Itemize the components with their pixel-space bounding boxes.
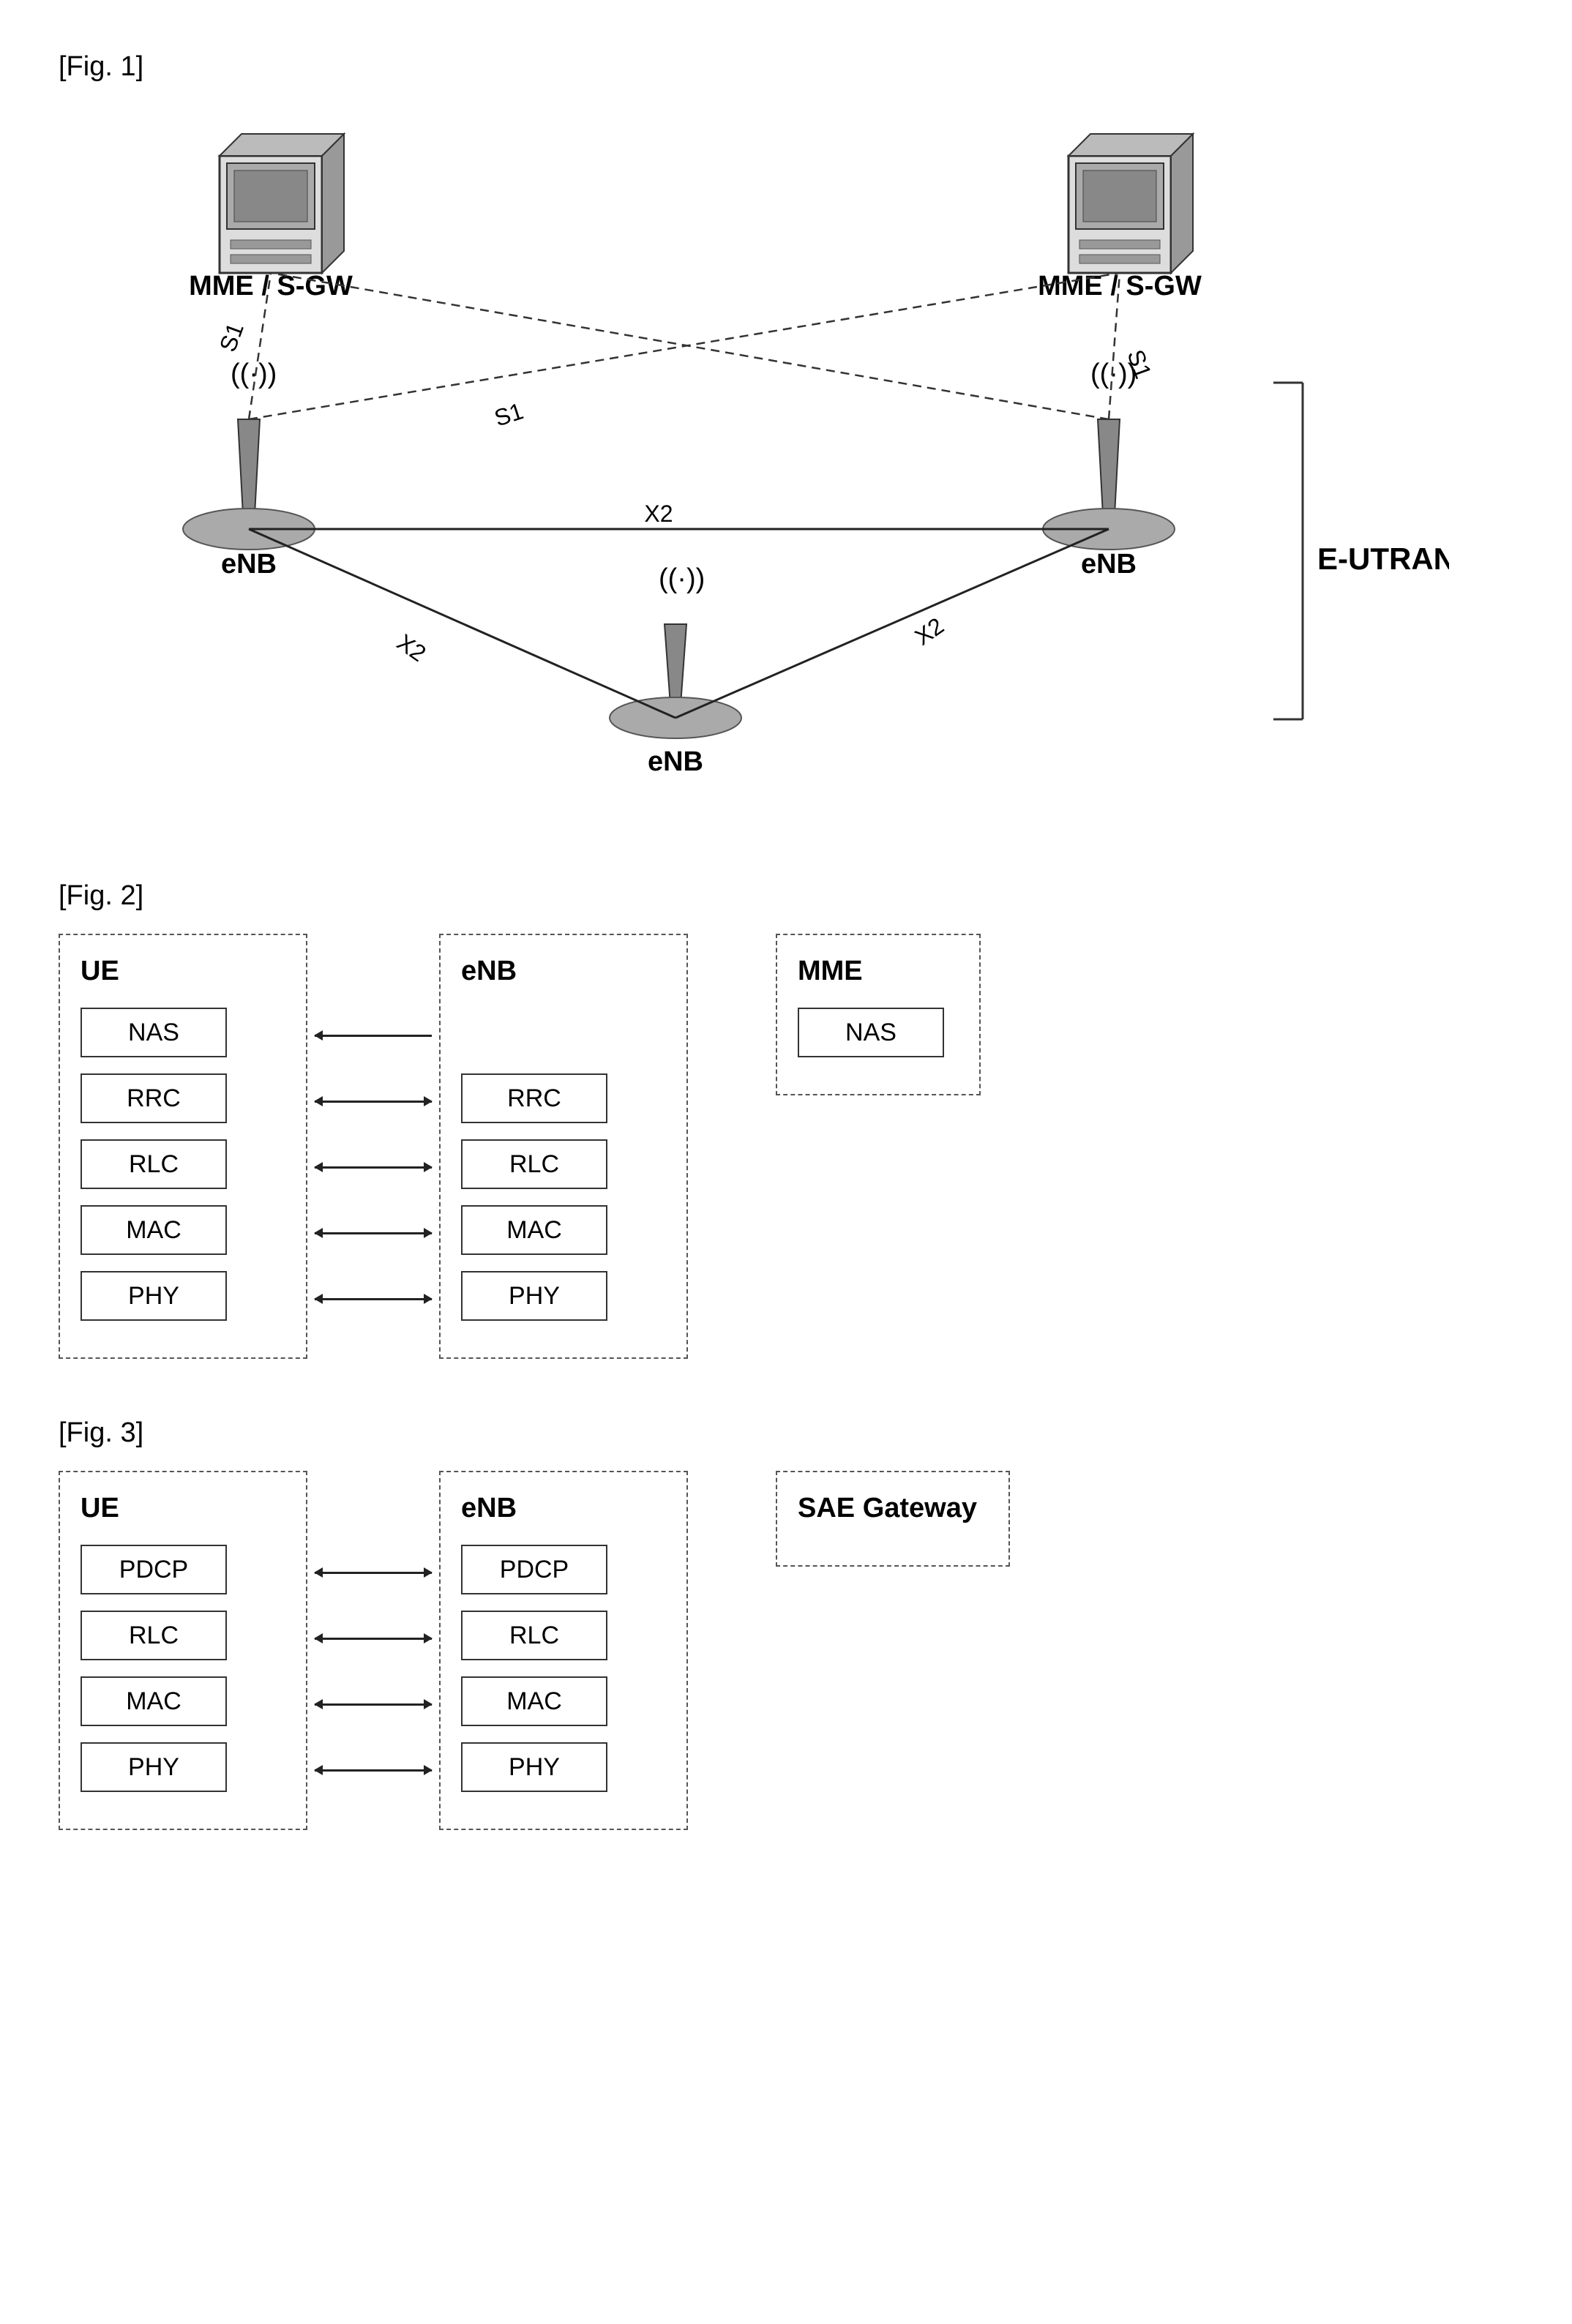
fig2-mac-conn: [307, 1200, 439, 1266]
fig3-enb-box: eNB PDCP RLC MAC PHY: [439, 1471, 688, 1830]
fig2-enb-mac-row: MAC: [461, 1205, 666, 1255]
fig3-ue-phy-row: PHY: [81, 1742, 285, 1792]
fig2-section: [Fig. 2] UE NAS RRC RLC MAC PHY: [59, 880, 1513, 1359]
fig2-ue-nas: NAS: [81, 1008, 227, 1057]
fig2-nas-conn: [307, 1002, 439, 1068]
fig2-enb-title: eNB: [461, 956, 666, 987]
fig3-enb-title: eNB: [461, 1493, 666, 1524]
fig3-enb-phy: PHY: [461, 1742, 607, 1792]
fig2-ue-phy-row: PHY: [81, 1271, 285, 1321]
fig3-enb-pdcp-row: PDCP: [461, 1545, 666, 1594]
fig2-ue-box: UE NAS RRC RLC MAC PHY: [59, 934, 307, 1359]
mme-sgw-left-label: MME / S-GW: [189, 271, 353, 301]
fig2-ue-rrc-row: RRC: [81, 1073, 285, 1123]
fig2-mac-arrow: [315, 1232, 432, 1234]
fig1-diagram: MME / S-GW MME / S-GW ((·)) eNB ((·)): [59, 105, 1449, 822]
fig3-enb-mac-row: MAC: [461, 1676, 666, 1726]
fig2-rlc-conn: [307, 1134, 439, 1200]
fig3-enb-phy-row: PHY: [461, 1742, 666, 1792]
fig3-ue-mac-row: MAC: [81, 1676, 285, 1726]
fig2-enb-phy: PHY: [461, 1271, 607, 1321]
x2-line-right-center: [675, 529, 1109, 718]
fig3-pdcp-conn: [307, 1540, 439, 1605]
fig2-ue-nas-row: NAS: [81, 1008, 285, 1057]
fig1-label: [Fig. 1]: [59, 51, 1513, 83]
fig3-ue-title: UE: [81, 1493, 285, 1524]
fig3-pdcp-arrow: [315, 1572, 432, 1574]
e-utran-label: E-UTRAN: [1317, 541, 1449, 576]
fig2-enb-rrc-row: RRC: [461, 1073, 666, 1123]
fig3-ue-phy: PHY: [81, 1742, 227, 1792]
enb-left-label: eNB: [221, 549, 277, 580]
s1-line-right-to-left-mme: [271, 273, 1109, 419]
fig3-enb-rlc-row: RLC: [461, 1611, 666, 1660]
fig3-sae-box: SAE Gateway: [776, 1471, 1010, 1567]
fig2-enb-rrc: RRC: [461, 1073, 607, 1123]
svg-text:S1: S1: [491, 397, 526, 431]
fig3-mac-arrow: [315, 1703, 432, 1706]
fig2-enb-box: eNB RRC RLC MAC PHY: [439, 934, 688, 1359]
fig2-mme-box: MME NAS: [776, 934, 981, 1095]
fig3-enb-pdcp: PDCP: [461, 1545, 607, 1594]
enb-right-label: eNB: [1081, 549, 1137, 580]
x2-line-left-center: [249, 529, 675, 718]
fig3-enb-mac: MAC: [461, 1676, 607, 1726]
fig2-enb-rlc: RLC: [461, 1139, 607, 1189]
fig2-mme-nas: NAS: [798, 1008, 944, 1057]
x2-label-left: X2: [392, 629, 431, 667]
x2-label-right: X2: [910, 612, 948, 651]
fig3-phy-arrow: [315, 1769, 432, 1772]
fig3-diagram: UE PDCP RLC MAC PHY: [59, 1471, 1513, 1830]
fig3-rlc-conn: [307, 1605, 439, 1671]
fig2-ue-phy: PHY: [81, 1271, 227, 1321]
svg-text:S1: S1: [214, 319, 249, 355]
fig2-rrc-conn: [307, 1068, 439, 1134]
fig3-section: [Fig. 3] UE PDCP RLC MAC PHY: [59, 1417, 1513, 1830]
fig2-ue-mac: MAC: [81, 1205, 227, 1255]
enb-center-label: eNB: [648, 746, 703, 777]
x2-label-top: X2: [644, 501, 673, 527]
fig2-ue-title: UE: [81, 956, 285, 987]
fig3-enb-rlc: RLC: [461, 1611, 607, 1660]
s1-line-left-to-right-mme: [249, 273, 1120, 419]
fig1-svg: MME / S-GW MME / S-GW ((·)) eNB ((·)): [59, 105, 1449, 822]
fig3-label: [Fig. 3]: [59, 1417, 1513, 1449]
fig2-phy-arrow: [315, 1298, 432, 1300]
fig2-enb-nas-spacer: [461, 1008, 666, 1073]
fig3-arrows-ue-enb: [307, 1471, 439, 1803]
fig2-ue-rrc: RRC: [81, 1073, 227, 1123]
fig3-ue-box: UE PDCP RLC MAC PHY: [59, 1471, 307, 1830]
fig3-sae-title: SAE Gateway: [798, 1493, 988, 1524]
fig3-ue-pdcp-row: PDCP: [81, 1545, 285, 1594]
fig3-mac-conn: [307, 1671, 439, 1737]
fig3-phy-conn: [307, 1737, 439, 1803]
fig2-rlc-arrow: [315, 1166, 432, 1169]
fig2-ue-rlc-row: RLC: [81, 1139, 285, 1189]
fig2-ue-mac-row: MAC: [81, 1205, 285, 1255]
fig2-arrows-ue-enb: [307, 934, 439, 1332]
fig2-phy-conn: [307, 1266, 439, 1332]
fig1-section: [Fig. 1] MME / S-GW: [59, 51, 1513, 822]
fig2-nas-arrow: [315, 1035, 432, 1037]
fig2-enb-rlc-row: RLC: [461, 1139, 666, 1189]
fig2-ue-rlc: RLC: [81, 1139, 227, 1189]
fig2-enb-mac: MAC: [461, 1205, 607, 1255]
fig2-label: [Fig. 2]: [59, 880, 1513, 912]
fig2-mme-title: MME: [798, 956, 959, 987]
fig3-ue-rlc: RLC: [81, 1611, 227, 1660]
fig2-rrc-arrow: [315, 1101, 432, 1103]
fig2-enb-phy-row: PHY: [461, 1271, 666, 1321]
fig3-ue-pdcp: PDCP: [81, 1545, 227, 1594]
fig3-rlc-arrow: [315, 1638, 432, 1640]
fig2-mme-nas-row: NAS: [798, 1008, 959, 1057]
fig3-ue-mac: MAC: [81, 1676, 227, 1726]
mme-sgw-right-label: MME / S-GW: [1038, 271, 1202, 301]
fig2-diagram: UE NAS RRC RLC MAC PHY: [59, 934, 1513, 1359]
fig3-ue-rlc-row: RLC: [81, 1611, 285, 1660]
svg-text:((·)): ((·)): [659, 563, 705, 594]
